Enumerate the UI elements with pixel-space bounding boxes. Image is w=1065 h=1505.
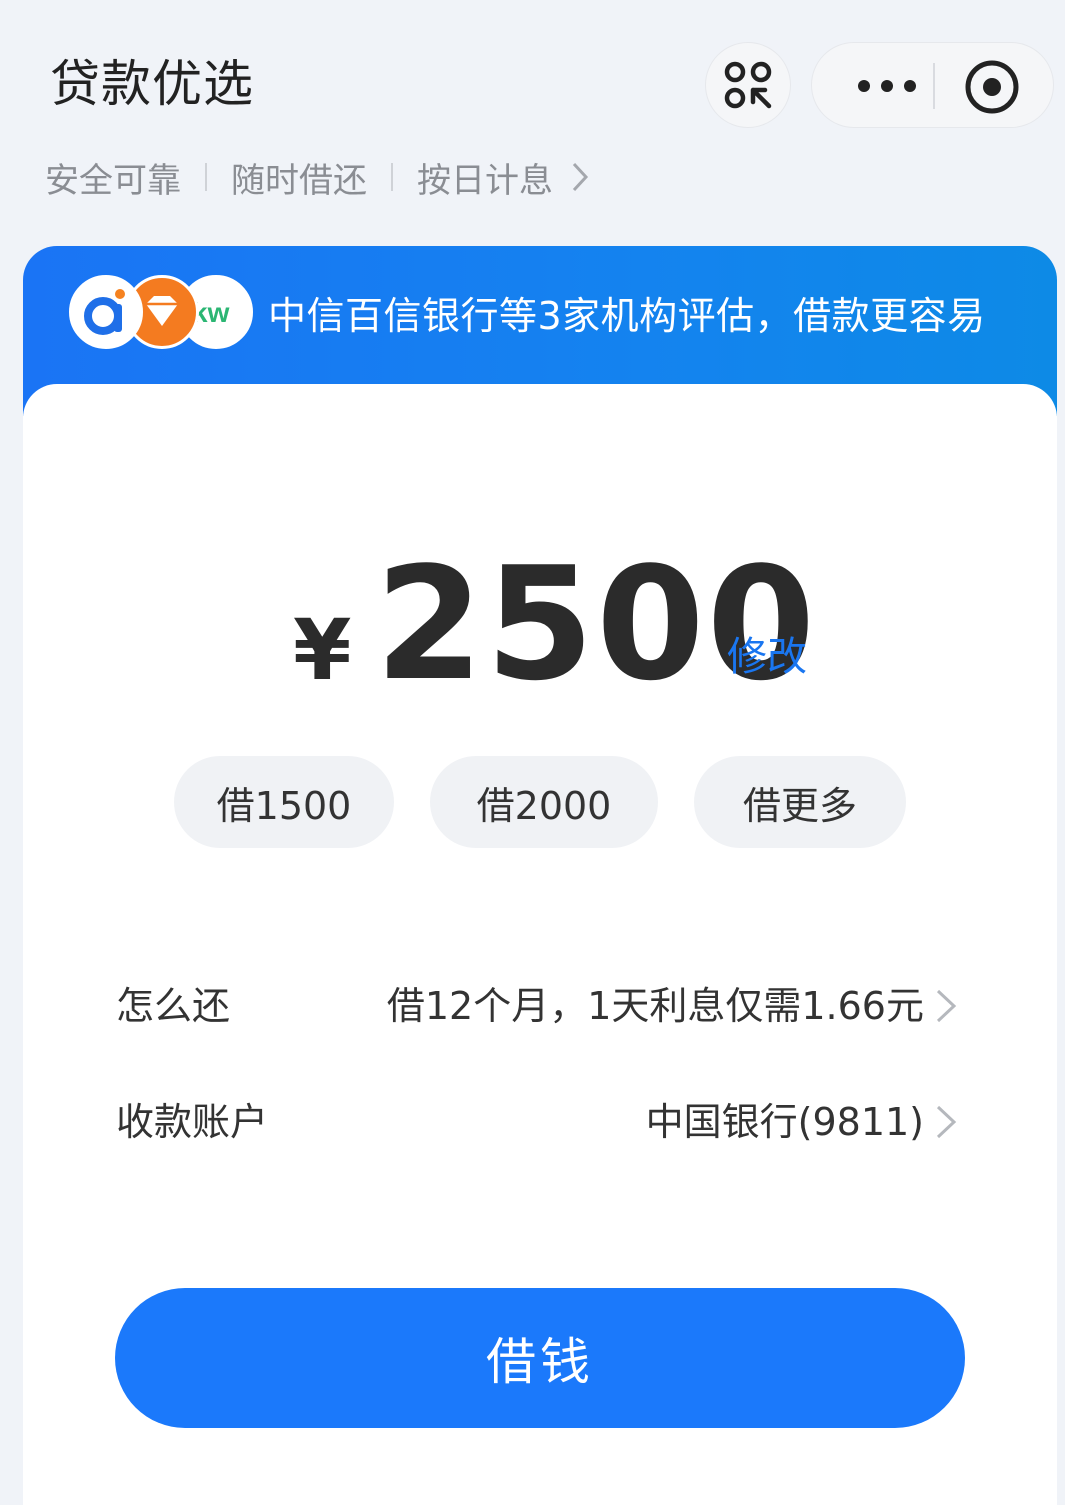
edit-amount-link[interactable]: 修改 (727, 632, 807, 682)
amount-display: ¥ 2500 修改 (23, 544, 1057, 704)
chevron-right-icon (572, 162, 589, 192)
quick-amount-options: 借1500 借2000 借更多 (23, 756, 1057, 848)
scan-code-icon (724, 61, 772, 109)
account-value: 中国银行(9811) (645, 1100, 924, 1144)
quick-amount-1500[interactable]: 借1500 (174, 756, 394, 848)
close-mini-program-button[interactable] (962, 57, 1022, 117)
loan-card: ¥ 2500 修改 借1500 借2000 借更多 怎么还 借12个月，1天利息… (23, 384, 1057, 1505)
scan-button[interactable] (705, 42, 791, 128)
currency-symbol: ¥ (293, 601, 352, 699)
chevron-right-icon (936, 1105, 957, 1139)
quick-amount-2000[interactable]: 借2000 (430, 756, 658, 848)
page-title: 贷款优选 (50, 55, 254, 113)
partner-logos: kw (69, 275, 253, 349)
tagline-flexible: 随时借还 (231, 160, 367, 201)
tagline-daily-interest: 按日计息 (417, 160, 553, 201)
loan-page: 贷款优选 安全可靠 随时借还 按日计息 kw 中信百信银行等3家机构评估，借款更… (0, 0, 1065, 1505)
more-dots-icon (858, 80, 916, 92)
account-label: 收款账户 (116, 1100, 269, 1144)
capsule-divider (933, 63, 935, 109)
tagline-bar[interactable]: 安全可靠 随时借还 按日计息 (45, 152, 589, 202)
more-button[interactable] (842, 43, 932, 129)
banner-text: 中信百信银行等3家机构评估，借款更容易 (268, 294, 986, 338)
record-target-icon (965, 60, 1019, 114)
ai-logo (69, 275, 143, 349)
account-row[interactable]: 收款账户 中国银行(9811) (116, 1092, 958, 1152)
tagline-divider (391, 163, 393, 191)
tagline-divider (205, 163, 207, 191)
repayment-label: 怎么还 (116, 984, 231, 1028)
mini-program-capsule (811, 42, 1054, 128)
repayment-row[interactable]: 怎么还 借12个月，1天利息仅需1.66元 (116, 976, 958, 1036)
borrow-button[interactable]: 借钱 (115, 1288, 965, 1428)
repayment-value: 借12个月，1天利息仅需1.66元 (386, 984, 924, 1028)
quick-amount-more[interactable]: 借更多 (694, 756, 906, 848)
chevron-right-icon (936, 989, 957, 1023)
tagline-safe: 安全可靠 (45, 160, 181, 201)
